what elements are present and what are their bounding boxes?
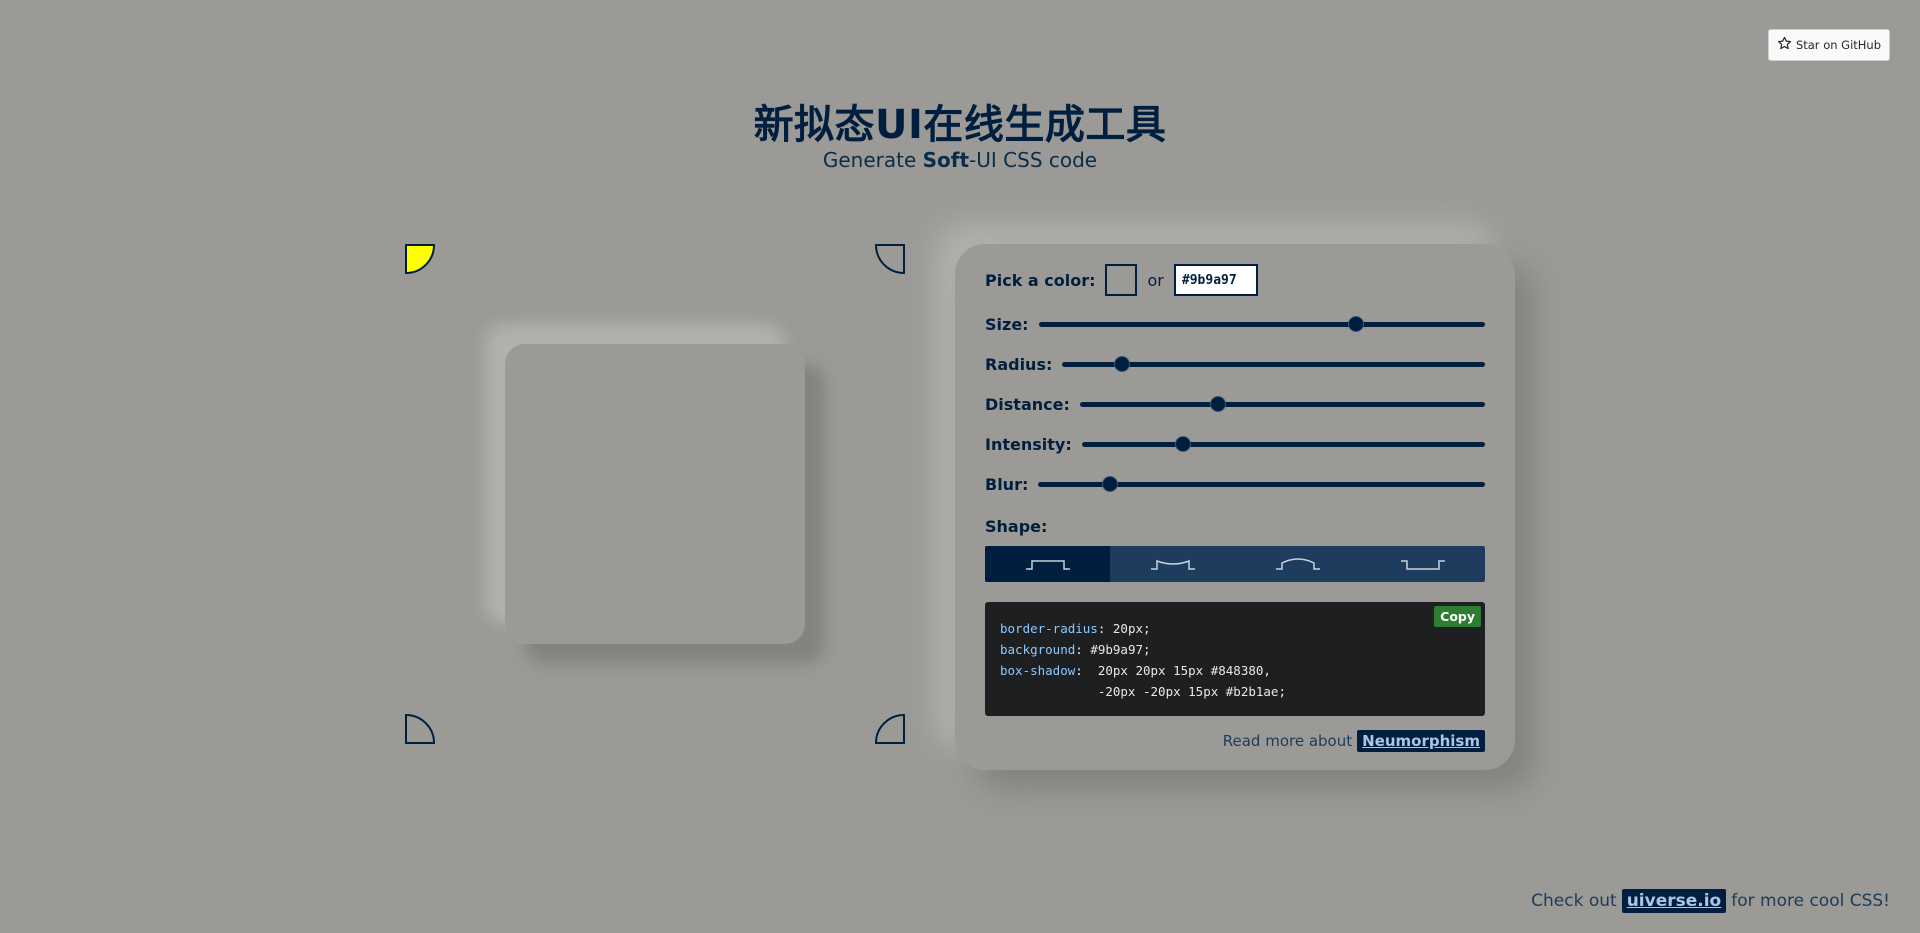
quarter-circle-bottom-right-icon — [875, 714, 905, 744]
quarter-circle-bottom-left-icon — [405, 714, 435, 744]
uiverse-link[interactable]: uiverse.io — [1621, 889, 1727, 913]
blur-slider-row: Blur: — [985, 474, 1485, 494]
distance-label: Distance: — [985, 394, 1070, 414]
subtitle-suffix: -UI CSS code — [969, 148, 1098, 172]
slider-thumb[interactable] — [1113, 356, 1130, 372]
light-source-top-left[interactable] — [405, 244, 435, 274]
intensity-slider[interactable] — [1081, 434, 1485, 454]
color-swatch-picker[interactable] — [1104, 264, 1137, 296]
code-line: box-shadow: 20px 20px 15px #848380, — [1000, 660, 1470, 681]
radius-slider-row: Radius: — [985, 354, 1485, 374]
read-more-text: Read more about — [1222, 732, 1353, 750]
shape-convex-button[interactable] — [1235, 546, 1360, 582]
size-slider-row: Size: — [985, 314, 1485, 334]
footer-suffix: for more cool CSS! — [1731, 891, 1890, 911]
shape-concave-button[interactable] — [1110, 546, 1235, 582]
code-property: box-shadow — [1000, 663, 1076, 678]
copy-button[interactable]: Copy — [1434, 606, 1481, 627]
slider-thumb[interactable] — [1174, 436, 1191, 452]
intensity-slider-row: Intensity: — [985, 434, 1485, 454]
neumorphic-preview-box — [505, 344, 805, 644]
css-code-block: Copy border-radius: 20px; background: #9… — [985, 602, 1485, 716]
quarter-circle-top-right-icon — [875, 244, 905, 274]
pick-color-label: Pick a color: — [985, 270, 1096, 290]
blur-label: Blur: — [985, 474, 1029, 494]
size-slider[interactable] — [1038, 314, 1485, 334]
code-value: -20px -20px 15px #b2b1ae; — [1000, 684, 1286, 699]
code-line: border-radius: 20px; — [1000, 618, 1470, 639]
size-label: Size: — [985, 314, 1029, 334]
slider-thumb[interactable] — [1347, 316, 1364, 332]
subtitle-bold: Soft — [922, 148, 970, 172]
shape-selector — [985, 546, 1485, 582]
footer-promo: Check out uiverse.io for more cool CSS! — [1531, 889, 1890, 913]
distance-slider-row: Distance: — [985, 394, 1485, 414]
code-property: border-radius — [1000, 621, 1098, 636]
star-on-github-button[interactable]: Star on GitHub — [1768, 29, 1890, 61]
shape-pressed-icon — [1400, 560, 1445, 570]
subtitle-prefix: Generate — [822, 148, 923, 172]
code-line: -20px -20px 15px #b2b1ae; — [1000, 681, 1470, 702]
quarter-circle-top-left-icon — [405, 244, 435, 274]
color-picker-row: Pick a color: or — [985, 264, 1258, 296]
radius-label: Radius: — [985, 354, 1053, 374]
code-value: : #9b9a97; — [1075, 642, 1151, 657]
radius-slider[interactable] — [1062, 354, 1485, 374]
hex-color-input[interactable] — [1173, 264, 1258, 296]
blur-slider[interactable] — [1038, 474, 1485, 494]
shape-flat-icon — [1025, 560, 1070, 570]
light-source-top-right[interactable] — [875, 244, 905, 274]
read-more-line: Read more about Neumorphism — [1223, 730, 1485, 752]
code-value: : 20px; — [1097, 621, 1151, 636]
star-icon — [1777, 36, 1792, 54]
footer-prefix: Check out — [1531, 891, 1617, 911]
code-value: : 20px 20px 15px #848380, — [1075, 663, 1271, 678]
page-subtitle: Generate Soft-UI CSS code — [0, 148, 1920, 172]
distance-slider[interactable] — [1079, 394, 1485, 414]
shape-convex-icon — [1275, 558, 1320, 570]
slider-track — [1079, 402, 1485, 407]
slider-track — [1038, 322, 1485, 327]
shape-pressed-button[interactable] — [1360, 546, 1485, 582]
code-line: background: #9b9a97; — [1000, 639, 1470, 660]
shape-flat-button[interactable] — [985, 546, 1110, 582]
or-label: or — [1147, 270, 1164, 290]
intensity-label: Intensity: — [985, 434, 1072, 454]
slider-thumb[interactable] — [1101, 476, 1118, 492]
light-source-bottom-left[interactable] — [405, 714, 435, 744]
page-title: 新拟态UI在线生成工具 — [753, 102, 1167, 148]
light-source-bottom-right[interactable] — [875, 714, 905, 744]
slider-track — [1081, 442, 1485, 447]
slider-thumb[interactable] — [1209, 396, 1226, 412]
configuration-panel: Pick a color: or Size: Radius: Distance:… — [955, 244, 1515, 770]
shape-label: Shape: — [985, 516, 1048, 536]
github-button-label: Star on GitHub — [1795, 38, 1882, 52]
code-property: background — [1000, 642, 1076, 657]
neumorphism-link[interactable]: Neumorphism — [1357, 730, 1485, 752]
shape-concave-icon — [1150, 559, 1195, 570]
